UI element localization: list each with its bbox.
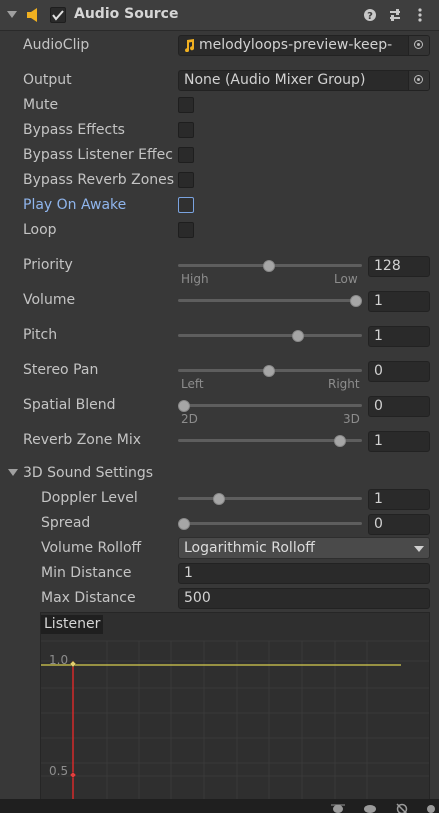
bypass-effects-checkbox[interactable]: [178, 122, 194, 138]
warning-icon[interactable]: [362, 802, 378, 813]
audioclip-value: melodyloops-preview-keep-: [199, 37, 393, 53]
pitch-value-field[interactable]: 1: [368, 326, 430, 347]
volume-rolloff-dropdown[interactable]: Logarithmic Rolloff: [178, 537, 430, 559]
bug-icon[interactable]: [330, 802, 346, 813]
foldout-arrow-icon[interactable]: [8, 468, 18, 478]
more-vert-icon[interactable]: [416, 8, 424, 22]
stereo-pan-hint-right: Right: [328, 377, 360, 391]
svg-text:?: ?: [367, 11, 373, 22]
priority-hint-right: Low: [334, 272, 358, 286]
3d-sound-settings-foldout[interactable]: 3D Sound Settings: [23, 465, 153, 481]
reverb-zone-mix-slider-handle[interactable]: [334, 435, 346, 447]
preset-icon[interactable]: [388, 8, 402, 22]
console-icon[interactable]: [424, 802, 438, 813]
stereo-pan-hint-left: Left: [181, 377, 204, 391]
rolloff-graph[interactable]: Listener 1.0 0.5: [40, 612, 430, 802]
spatial-blend-hint-left: 2D: [181, 412, 198, 426]
reverb-zone-mix-value-field[interactable]: 1: [368, 431, 430, 452]
speaker-icon: [27, 8, 37, 22]
play-on-awake-checkbox[interactable]: [178, 197, 194, 213]
loop-checkbox[interactable]: [178, 222, 194, 238]
spread-slider-track[interactable]: [178, 522, 362, 525]
volume-slider-track[interactable]: [178, 299, 362, 302]
volume-slider-handle[interactable]: [350, 295, 362, 307]
spread-slider-handle[interactable]: [178, 518, 190, 530]
volume-label: Volume: [23, 292, 76, 308]
bypass-effects-label: Bypass Effects: [23, 122, 125, 138]
bypass-listener-effects-label: Bypass Listener Effec: [23, 147, 173, 163]
object-picker-icon[interactable]: [408, 71, 429, 90]
play-on-awake-label: Play On Awake: [23, 197, 127, 213]
spread-label: Spread: [41, 515, 91, 531]
doppler-level-slider-handle[interactable]: [213, 493, 225, 505]
component-enabled-checkbox[interactable]: [50, 7, 66, 23]
graph-title: Listener: [41, 615, 104, 634]
doppler-level-slider-track[interactable]: [178, 497, 362, 500]
mute-checkbox[interactable]: [178, 97, 194, 113]
priority-value-field[interactable]: 128: [368, 256, 430, 277]
spatial-blend-slider-track[interactable]: [178, 404, 362, 407]
mute-label: Mute: [23, 97, 59, 113]
volume-rolloff-value: Logarithmic Rolloff: [184, 540, 315, 556]
object-picker-icon[interactable]: [408, 36, 429, 55]
chevron-down-icon[interactable]: [6, 10, 18, 20]
help-icon[interactable]: ?: [363, 8, 377, 22]
checkmark-icon: [52, 10, 64, 21]
output-label: Output: [23, 72, 72, 88]
loop-label: Loop: [23, 222, 57, 238]
volume-value-field[interactable]: 1: [368, 291, 430, 312]
bottom-toolbar: [0, 799, 439, 813]
pitch-slider-track[interactable]: [178, 334, 362, 337]
reverb-zone-mix-label: Reverb Zone Mix: [23, 432, 142, 448]
music-note-icon: [185, 39, 195, 52]
graph-tick-top: 1.0: [49, 653, 69, 667]
min-distance-field[interactable]: 1: [178, 563, 430, 584]
stereo-pan-value-field[interactable]: 0: [368, 361, 430, 382]
min-distance-label: Min Distance: [41, 565, 132, 581]
spatial-blend-label: Spatial Blend: [23, 397, 116, 413]
output-field[interactable]: None (Audio Mixer Group): [178, 70, 430, 91]
output-value: None (Audio Mixer Group): [184, 72, 366, 88]
doppler-level-label: Doppler Level: [41, 490, 138, 506]
component-title: Audio Source: [74, 6, 179, 22]
bypass-reverb-zones-label: Bypass Reverb Zones: [23, 172, 175, 188]
spatial-blend-slider-handle[interactable]: [178, 400, 190, 412]
doppler-level-value-field[interactable]: 1: [368, 489, 430, 510]
spatial-blend-value-field[interactable]: 0: [368, 396, 430, 417]
bypass-listener-effects-checkbox[interactable]: [178, 147, 194, 163]
audioclip-label: AudioClip: [23, 37, 90, 53]
pitch-slider-handle[interactable]: [292, 330, 304, 342]
max-distance-label: Max Distance: [41, 590, 136, 606]
priority-hint-left: High: [181, 272, 209, 286]
error-icon[interactable]: [394, 802, 410, 813]
audioclip-field[interactable]: melodyloops-preview-keep-: [178, 35, 430, 56]
rolloff-curve-plot: [41, 640, 429, 801]
spread-value-field[interactable]: 0: [368, 514, 430, 535]
curve-key-mid-icon[interactable]: [69, 771, 77, 779]
priority-slider-handle[interactable]: [263, 260, 275, 272]
graph-tick-mid: 0.5: [49, 764, 69, 778]
stereo-pan-label: Stereo Pan: [23, 362, 99, 378]
priority-label: Priority: [23, 257, 73, 273]
component-header: Audio Source ?: [0, 0, 439, 31]
bypass-reverb-zones-checkbox[interactable]: [178, 172, 194, 188]
pitch-label: Pitch: [23, 327, 58, 343]
volume-rolloff-label: Volume Rolloff: [41, 540, 142, 556]
max-distance-field[interactable]: 500: [178, 588, 430, 609]
dropdown-arrow-icon: [414, 546, 424, 552]
spatial-blend-hint-right: 3D: [343, 412, 360, 426]
curve-key-top-icon[interactable]: [69, 660, 77, 668]
stereo-pan-slider-handle[interactable]: [263, 365, 275, 377]
